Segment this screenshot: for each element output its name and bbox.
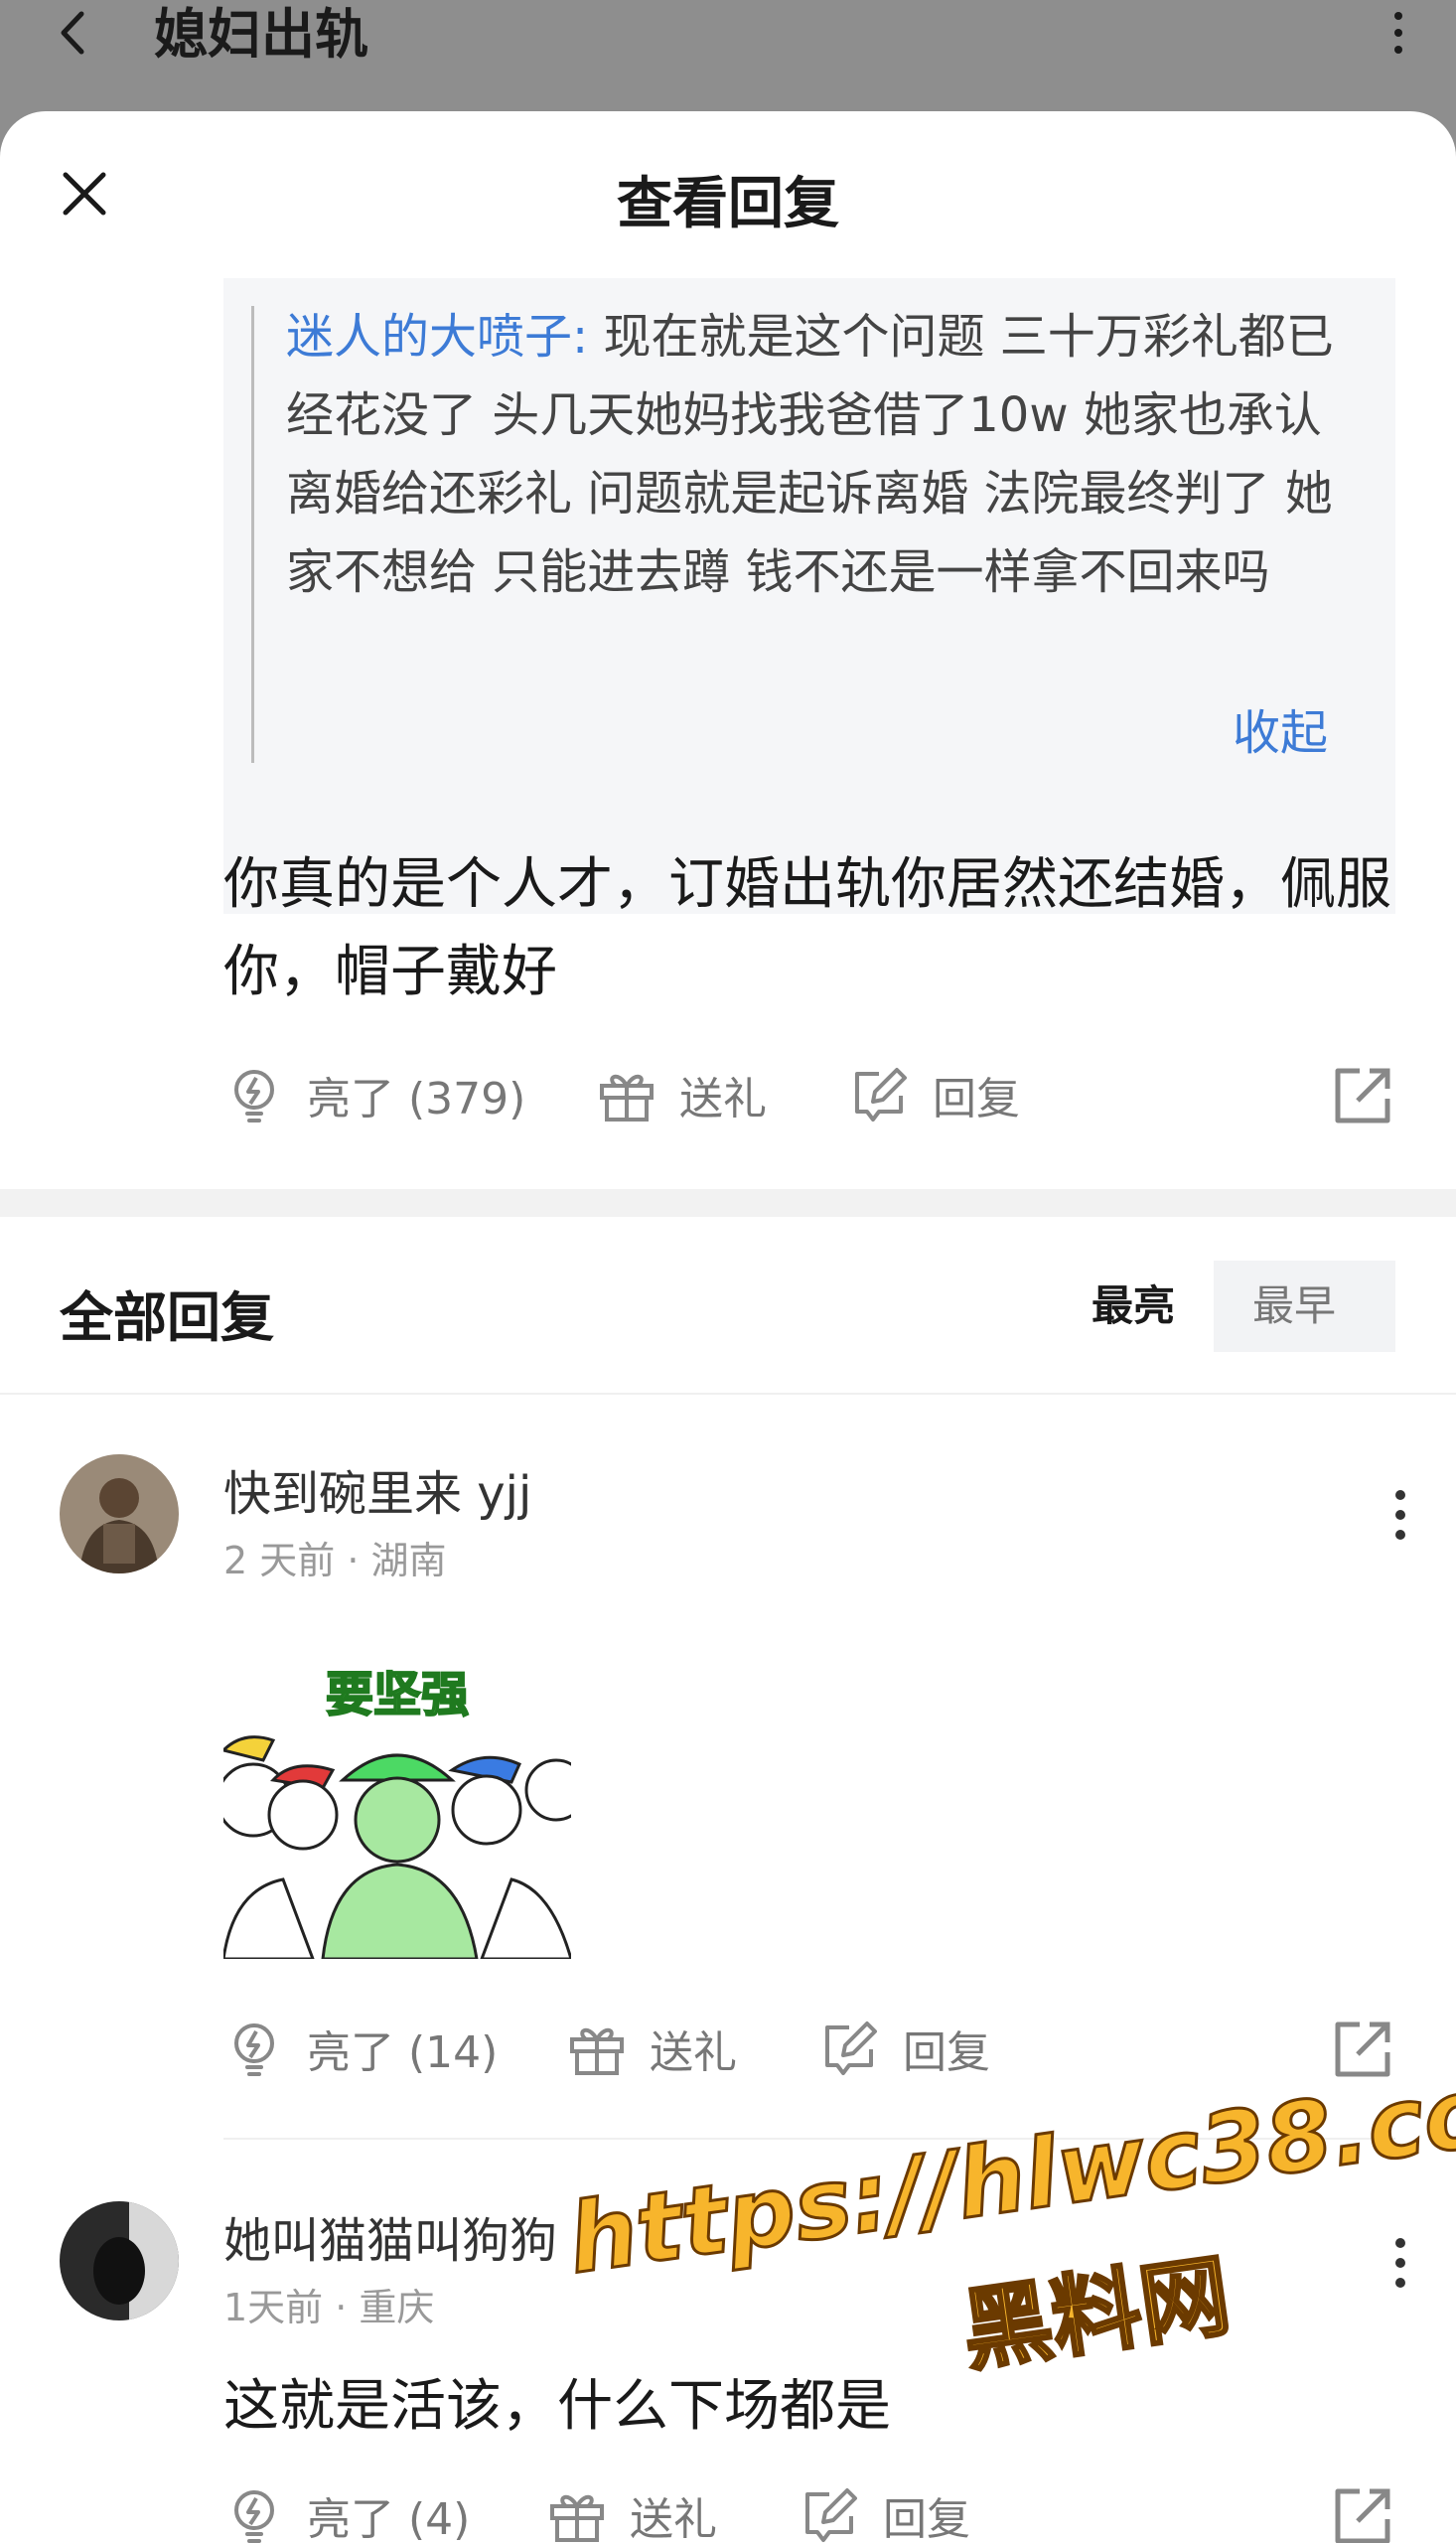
like-count: 亮了 (14) xyxy=(307,2027,499,2078)
reply-label: 回复 xyxy=(903,2027,990,2078)
more-options-icon[interactable] xyxy=(1388,8,1408,58)
like-count: 亮了 (4) xyxy=(307,2494,471,2543)
main-reply-text: 你真的是个人才，订婚出轨你居然还结婚，佩服你，帽子戴好 xyxy=(223,852,1391,1004)
share-icon[interactable] xyxy=(1332,1063,1395,1126)
like-count: 亮了 (379) xyxy=(307,1074,526,1124)
lightbulb-icon xyxy=(234,1070,274,1122)
reply-label: 回复 xyxy=(883,2494,970,2543)
gift-label: 送礼 xyxy=(679,1074,767,1124)
collapse-link[interactable]: 收起 xyxy=(1233,693,1328,763)
quote-text: 迷人的大喷子: 现在就是这个问题 三十万彩礼都已经花没了 头几天她妈找我爸借了1… xyxy=(286,298,1369,612)
gift-label: 送礼 xyxy=(630,2494,717,2543)
sort-early-tab[interactable]: 最早 xyxy=(1214,1261,1375,1352)
main-actions: 亮了 (379) 送礼 回复 xyxy=(223,1055,1395,1134)
like-button[interactable]: 亮了 (379) xyxy=(223,1055,525,1134)
comment-meta: 2 天前 · 湖南 xyxy=(223,1539,447,1582)
avatar[interactable] xyxy=(60,1454,179,1573)
lightbulb-icon xyxy=(234,2023,274,2076)
avatar[interactable] xyxy=(60,2201,179,2320)
like-button[interactable]: 亮了 (4) xyxy=(223,2475,470,2543)
sheet-title: 查看回复 xyxy=(617,172,839,236)
comment-actions: 亮了 (4) 送礼 回复 xyxy=(223,2475,1395,2543)
gift-icon xyxy=(600,1074,654,1122)
comment-username[interactable]: 她叫猫猫叫狗狗 xyxy=(223,2201,557,2271)
all-replies-title: 全部回复 xyxy=(60,1286,274,1349)
like-button[interactable]: 亮了 (14) xyxy=(223,2009,498,2088)
reply-button[interactable]: 回复 xyxy=(849,1055,1020,1134)
quoted-comment: 迷人的大喷子: 现在就是这个问题 三十万彩礼都已经花没了 头几天她妈找我爸借了1… xyxy=(223,278,1395,914)
sticker-image[interactable]: 要坚强 xyxy=(223,1641,571,1959)
sort-toggle: 最亮 最早 xyxy=(1053,1261,1395,1352)
comment-meta: 1天前 · 重庆 xyxy=(223,2286,435,2329)
quote-author[interactable]: 迷人的大喷子: xyxy=(286,309,588,365)
gift-icon xyxy=(570,2027,624,2075)
comment-username[interactable]: 快到碗里来 yjj xyxy=(223,1454,531,1524)
sort-hot-tab[interactable]: 最亮 xyxy=(1053,1261,1214,1352)
header-divider xyxy=(0,1393,1456,1395)
lightbulb-icon xyxy=(234,2490,274,2543)
reply-button[interactable]: 回复 xyxy=(800,2475,970,2543)
section-divider xyxy=(0,1189,1456,1217)
reply-label: 回复 xyxy=(933,1074,1020,1124)
gift-label: 送礼 xyxy=(650,2027,737,2078)
page-title: 媳妇出轨 xyxy=(154,3,368,66)
reply-button[interactable]: 回复 xyxy=(819,2009,990,2088)
comment-more-icon[interactable] xyxy=(1392,1487,1408,1543)
edit-reply-icon xyxy=(825,2021,877,2075)
back-arrow-icon[interactable] xyxy=(50,8,99,58)
edit-reply-icon xyxy=(805,2488,857,2542)
gift-button[interactable]: 送礼 xyxy=(546,2475,717,2543)
edit-reply-icon xyxy=(855,1068,907,1122)
top-bar: 媳妇出轨 xyxy=(0,0,1456,111)
gift-button[interactable]: 送礼 xyxy=(596,1055,767,1134)
sticker-caption: 要坚强 xyxy=(326,1667,469,1722)
gift-icon xyxy=(550,2494,604,2542)
gift-button[interactable]: 送礼 xyxy=(566,2009,737,2088)
quote-bar xyxy=(251,306,254,763)
share-icon[interactable] xyxy=(1332,2483,1395,2543)
